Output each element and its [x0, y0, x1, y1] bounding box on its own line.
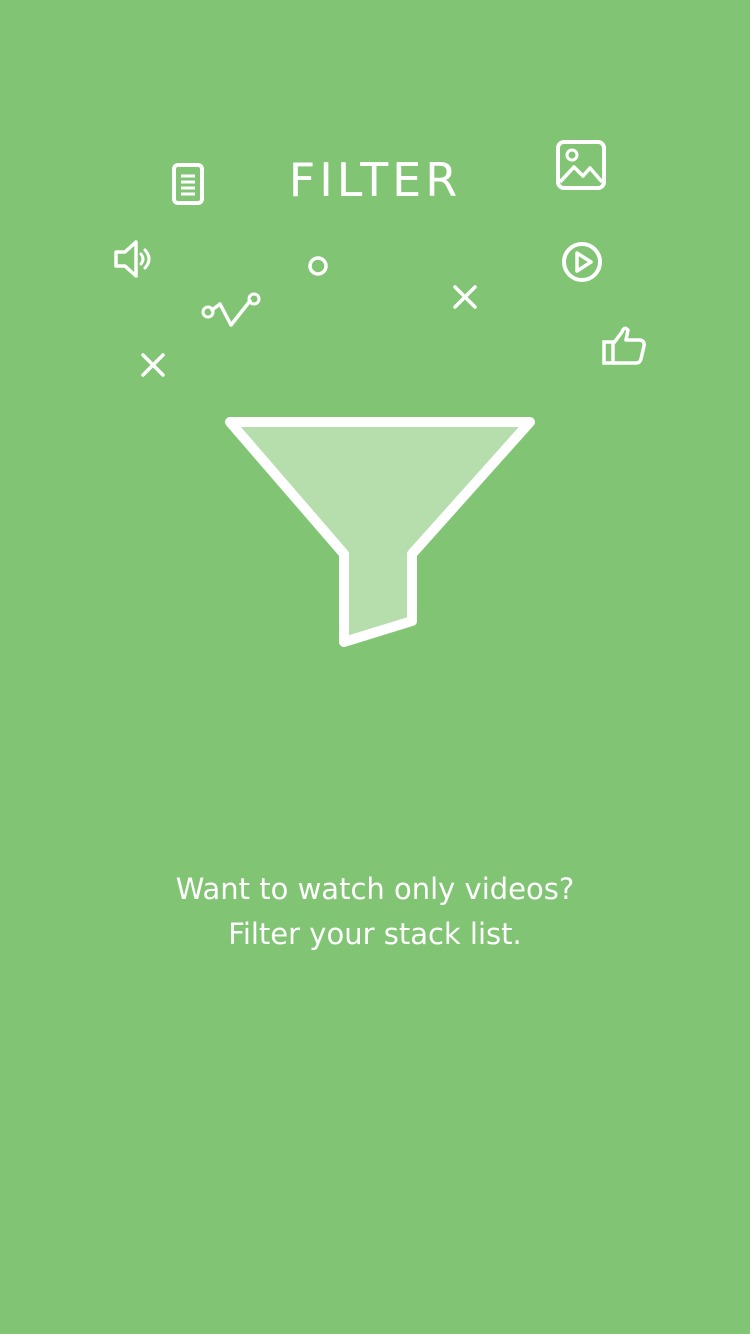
- analytics-line-icon: [201, 292, 261, 327]
- page-title: FILTER: [288, 153, 462, 207]
- play-icon: [562, 242, 602, 282]
- funnel-icon: [225, 417, 535, 647]
- image-icon: [556, 140, 606, 190]
- document-icon: [172, 163, 204, 205]
- circle-icon: [308, 256, 328, 276]
- onboarding-message: Want to watch only videos? Filter your s…: [0, 867, 750, 957]
- message-line-1: Want to watch only videos?: [175, 872, 575, 906]
- thumbs-up-icon: [602, 326, 646, 365]
- speaker-icon: [114, 240, 151, 278]
- message-line-2: Filter your stack list.: [228, 917, 522, 951]
- close-icon: [453, 285, 477, 309]
- close-icon: [141, 353, 165, 377]
- onboarding-filter-screen[interactable]: FILTER Want to watch only videos? Filter…: [0, 0, 750, 1334]
